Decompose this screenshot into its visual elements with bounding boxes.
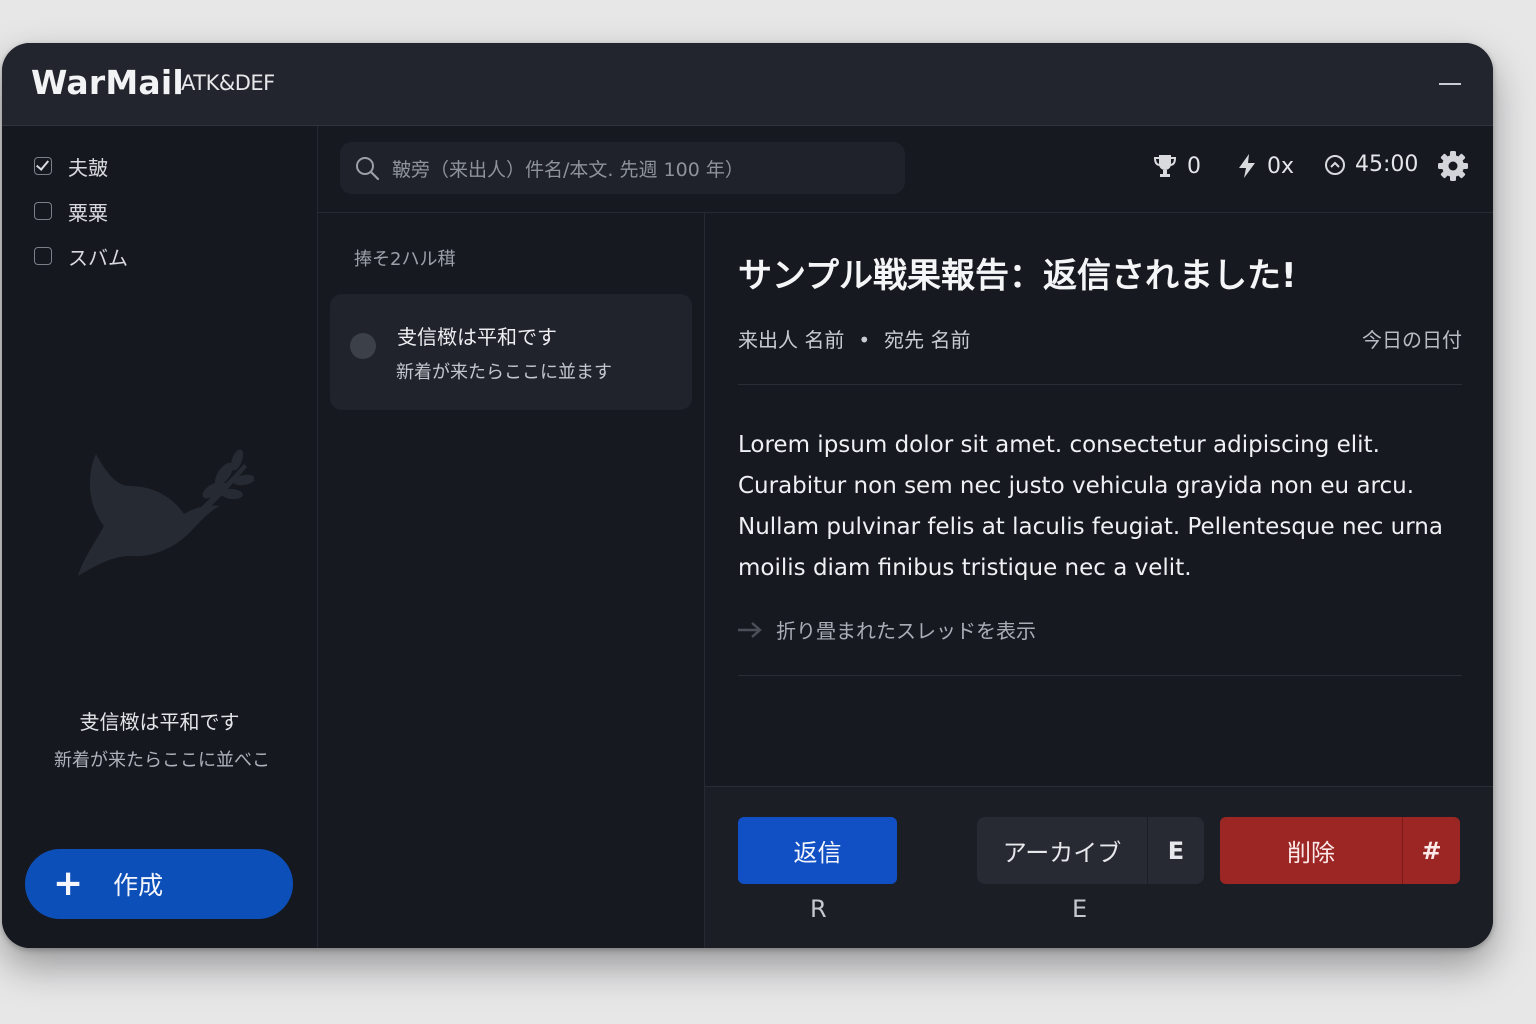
recipient-name: 宛先 名前 xyxy=(884,328,971,352)
sidebar: 夫皷 粟粟 スバム 叏信㮹は平和です 新着が来たらここに並べこ + 作成 xyxy=(2,126,318,948)
timer-indicator: 45:00 xyxy=(1323,152,1418,177)
checkbox-icon[interactable] xyxy=(34,202,52,220)
delete-button[interactable]: 削除 # xyxy=(1220,817,1460,884)
folder-label: スバム xyxy=(68,245,128,270)
search-input[interactable]: 鞁旁（来出人）件名/本文. 先週 100 年） xyxy=(340,142,905,194)
list-header: 捧そ2ハル穁 xyxy=(354,249,456,270)
score-indicator: 0 xyxy=(1151,152,1201,180)
folder-label: 粟粟 xyxy=(68,200,108,225)
archive-shortcut-key: E xyxy=(1147,817,1204,884)
empty-state-subtitle: 新着が来たらここに並べこ xyxy=(54,750,270,771)
sender-name: 来出人 名前 xyxy=(738,328,845,352)
delete-label: 削除 xyxy=(1287,839,1335,867)
app-subtitle: ATK&DEF xyxy=(181,71,275,95)
score-value: 0 xyxy=(1187,153,1201,179)
message-list: 捧そ2ハル穁 叏信㮹は平和です 新着が来たらここに並ます xyxy=(318,213,705,948)
meta-separator: • xyxy=(858,328,871,352)
empty-state-title: 叏信㮹は平和です xyxy=(79,710,240,734)
multiplier-indicator: 0x xyxy=(1235,152,1294,180)
list-item-preview: 新着が来たらここに並ます xyxy=(396,362,612,383)
lightning-icon xyxy=(1239,154,1255,178)
list-item-title: 叏信㮹は平和です xyxy=(397,325,557,349)
archive-label: アーカイブ xyxy=(1002,839,1122,867)
search-placeholder: 鞁旁（来出人）件名/本文. 先週 100 年） xyxy=(392,158,744,181)
title-bar: WarMail ATK&DEF xyxy=(2,43,1493,126)
compose-button[interactable]: + 作成 xyxy=(25,849,293,919)
checkbox-icon[interactable] xyxy=(34,157,52,175)
search-icon xyxy=(356,157,380,181)
action-bar: 返信 R アーカイブ E E 削除 # xyxy=(705,786,1493,948)
minimize-button[interactable] xyxy=(1439,83,1461,85)
message-meta: 来出人 名前 • 宛先 名前 xyxy=(738,324,971,353)
delete-shortcut-key: # xyxy=(1402,817,1460,884)
app-title: WarMail xyxy=(31,63,184,102)
message-subject: サンプル戦果報告：返信されました! xyxy=(738,256,1297,296)
folder-archive[interactable]: 粟粟 xyxy=(34,196,108,226)
trophy-icon xyxy=(1153,155,1177,177)
top-toolbar: 鞁旁（来出人）件名/本文. 先週 100 年） 0 0x 45:00 xyxy=(318,126,1493,213)
dove-icon xyxy=(78,449,254,576)
folder-label: 夫皷 xyxy=(68,155,108,180)
plus-icon: + xyxy=(53,863,84,904)
timer-value: 45:00 xyxy=(1355,152,1419,177)
archive-shortcut: E xyxy=(1072,895,1088,923)
checkbox-icon[interactable] xyxy=(34,247,52,265)
arrow-right-icon xyxy=(738,621,762,638)
folder-spam[interactable]: スバム xyxy=(34,241,128,271)
multiplier-value: 0x xyxy=(1267,153,1295,179)
compose-label: 作成 xyxy=(113,871,164,900)
archive-button[interactable]: アーカイブ E xyxy=(977,817,1204,884)
reply-button[interactable]: 返信 xyxy=(738,817,897,884)
reply-shortcut: R xyxy=(810,895,827,923)
divider xyxy=(738,675,1462,676)
reply-label: 返信 xyxy=(793,839,842,867)
app-window: WarMail ATK&DEF 夫皷 粟粟 スバム 叏信㮹は平和です 新着が来た… xyxy=(2,43,1493,948)
list-item[interactable]: 叏信㮹は平和です 新着が来たらここに並ます xyxy=(330,294,692,410)
timer-icon xyxy=(1325,154,1345,175)
thread-link-label: 折り畳まれたスレッドを表示 xyxy=(776,619,1036,643)
divider xyxy=(738,384,1462,385)
gear-icon[interactable] xyxy=(1437,150,1469,182)
message-body: Lorem ipsum dolor sit amet. consectetur … xyxy=(738,432,1443,581)
folder-inbox[interactable]: 夫皷 xyxy=(34,151,108,181)
message-date: 今日の日付 xyxy=(1362,328,1462,352)
unread-indicator xyxy=(350,333,376,359)
show-thread-link[interactable]: 折り畳まれたスレッドを表示 xyxy=(736,615,1036,644)
